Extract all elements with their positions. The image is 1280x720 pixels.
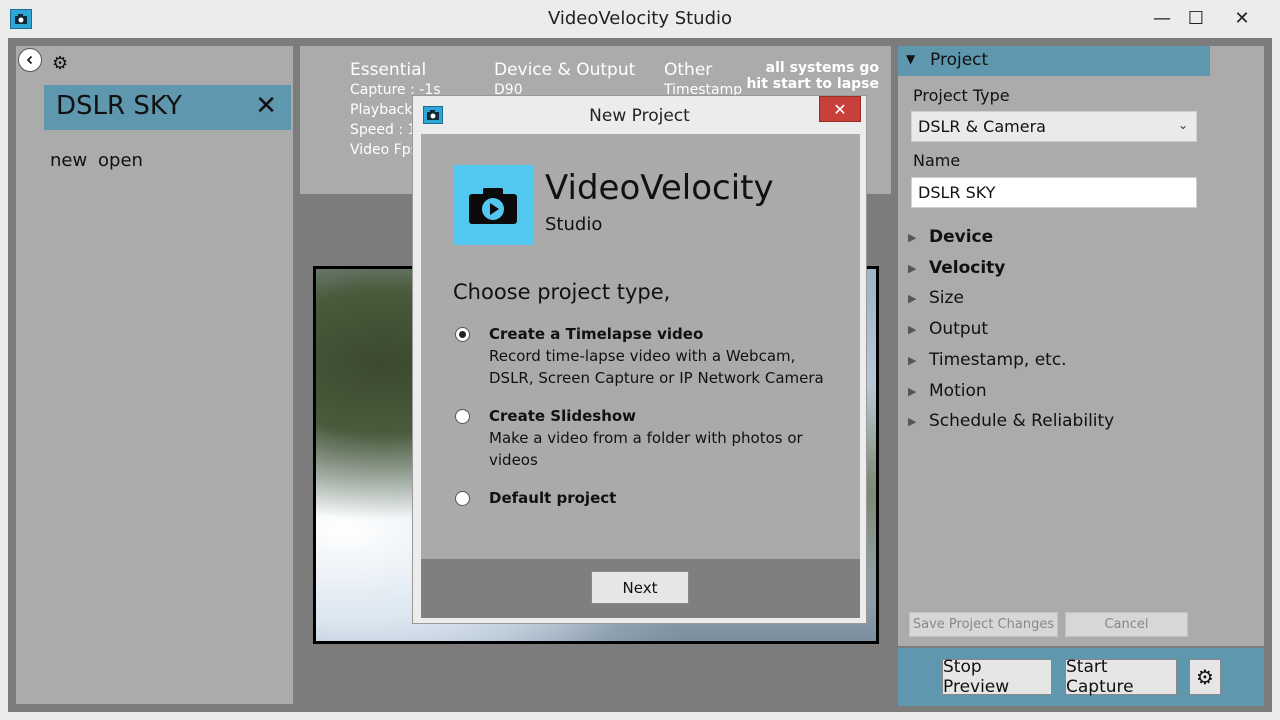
close-window-button[interactable]: ✕ (1220, 4, 1264, 32)
chevron-right-icon: ▶ (908, 354, 917, 367)
option-slideshow-desc: Make a video from a folder with photos o… (489, 429, 803, 469)
cancel-button[interactable]: Cancel (1065, 612, 1188, 637)
videovelocity-logo (453, 165, 533, 245)
radio-default[interactable] (455, 491, 470, 506)
chevron-down-icon: ⌄ (1177, 118, 1188, 132)
dialog-close-button[interactable]: ✕ (819, 96, 861, 122)
other-heading: Other (664, 60, 713, 80)
right-panel: ▼ Project Project Type DSLR & Camera ⌄ N… (898, 46, 1264, 646)
title-bar: VideoVelocity Studio — ☐ ✕ (0, 0, 1280, 38)
option-slideshow-title[interactable]: Create Slideshow (489, 407, 636, 425)
project-section-header[interactable]: ▼ Project (898, 46, 1210, 76)
essential-heading: Essential (350, 60, 427, 80)
chevron-right-icon: ▶ (908, 262, 917, 275)
chevron-left-icon[interactable] (18, 48, 42, 72)
new-project-dialog: New Project ✕ VideoVelocity Studio Choos… (412, 95, 867, 624)
chevron-right-icon: ▶ (908, 323, 917, 336)
tree-item-motion[interactable]: Motion (929, 381, 987, 401)
dialog-content: VideoVelocity Studio Choose project type… (421, 134, 860, 559)
option-timelapse-desc: Record time-lapse video with a Webcam, D… (489, 347, 824, 387)
chevron-down-icon: ▼ (906, 52, 916, 66)
project-section-label: Project (930, 50, 989, 70)
close-icon[interactable]: ✕ (255, 91, 277, 121)
radio-slideshow[interactable] (455, 409, 470, 424)
new-project-link[interactable]: new (50, 150, 87, 171)
maximize-button[interactable]: ☐ (1174, 4, 1218, 32)
left-panel: ⚙ DSLR SKY ✕ new open (16, 46, 293, 704)
tree-item-device[interactable]: Device (929, 227, 993, 247)
tree-item-timestamp[interactable]: Timestamp, etc. (929, 350, 1067, 370)
status-text: all systems go hit start to lapse (746, 60, 879, 92)
chevron-right-icon: ▶ (908, 231, 917, 244)
option-timelapse-title[interactable]: Create a Timelapse video (489, 325, 703, 343)
dialog-footer: Next (421, 559, 860, 618)
next-button[interactable]: Next (591, 571, 689, 604)
tree-item-size[interactable]: Size (929, 288, 964, 308)
logo-title: VideoVelocity (545, 168, 774, 208)
option-default-title[interactable]: Default project (489, 489, 616, 507)
project-name: DSLR SKY (56, 91, 182, 121)
tree-item-schedule[interactable]: Schedule & Reliability (929, 411, 1114, 431)
name-input[interactable]: DSLR SKY (911, 177, 1197, 208)
gear-icon[interactable]: ⚙ (52, 53, 68, 74)
device-output-heading: Device & Output (494, 60, 636, 80)
chevron-right-icon: ▶ (908, 385, 917, 398)
project-type-select[interactable]: DSLR & Camera ⌄ (911, 111, 1197, 142)
project-header: DSLR SKY ✕ (44, 85, 291, 130)
radio-timelapse[interactable] (455, 327, 470, 342)
bottom-action-bar: Stop Preview Start Capture ⚙ (898, 648, 1264, 706)
tree-item-output[interactable]: Output (929, 319, 988, 339)
window-title: VideoVelocity Studio (547, 8, 733, 29)
tree-item-velocity[interactable]: Velocity (929, 258, 1005, 278)
status-line: all systems go (765, 60, 879, 76)
gear-icon[interactable]: ⚙ (1189, 659, 1221, 695)
choose-type-heading: Choose project type, (453, 280, 671, 304)
project-type-label: Project Type (913, 86, 1010, 105)
chevron-right-icon: ▶ (908, 292, 917, 305)
save-project-changes-button[interactable]: Save Project Changes (909, 612, 1058, 637)
dialog-title: New Project (589, 106, 690, 126)
project-type-value: DSLR & Camera (918, 117, 1046, 136)
status-line: hit start to lapse (746, 76, 879, 92)
open-project-link[interactable]: open (98, 150, 143, 171)
stop-preview-button[interactable]: Stop Preview (942, 657, 1052, 697)
logo-subtitle: Studio (545, 214, 603, 235)
radio-selected-dot (459, 331, 466, 338)
chevron-right-icon: ▶ (908, 415, 917, 428)
start-capture-button[interactable]: Start Capture (1065, 657, 1177, 697)
name-label: Name (913, 151, 961, 170)
